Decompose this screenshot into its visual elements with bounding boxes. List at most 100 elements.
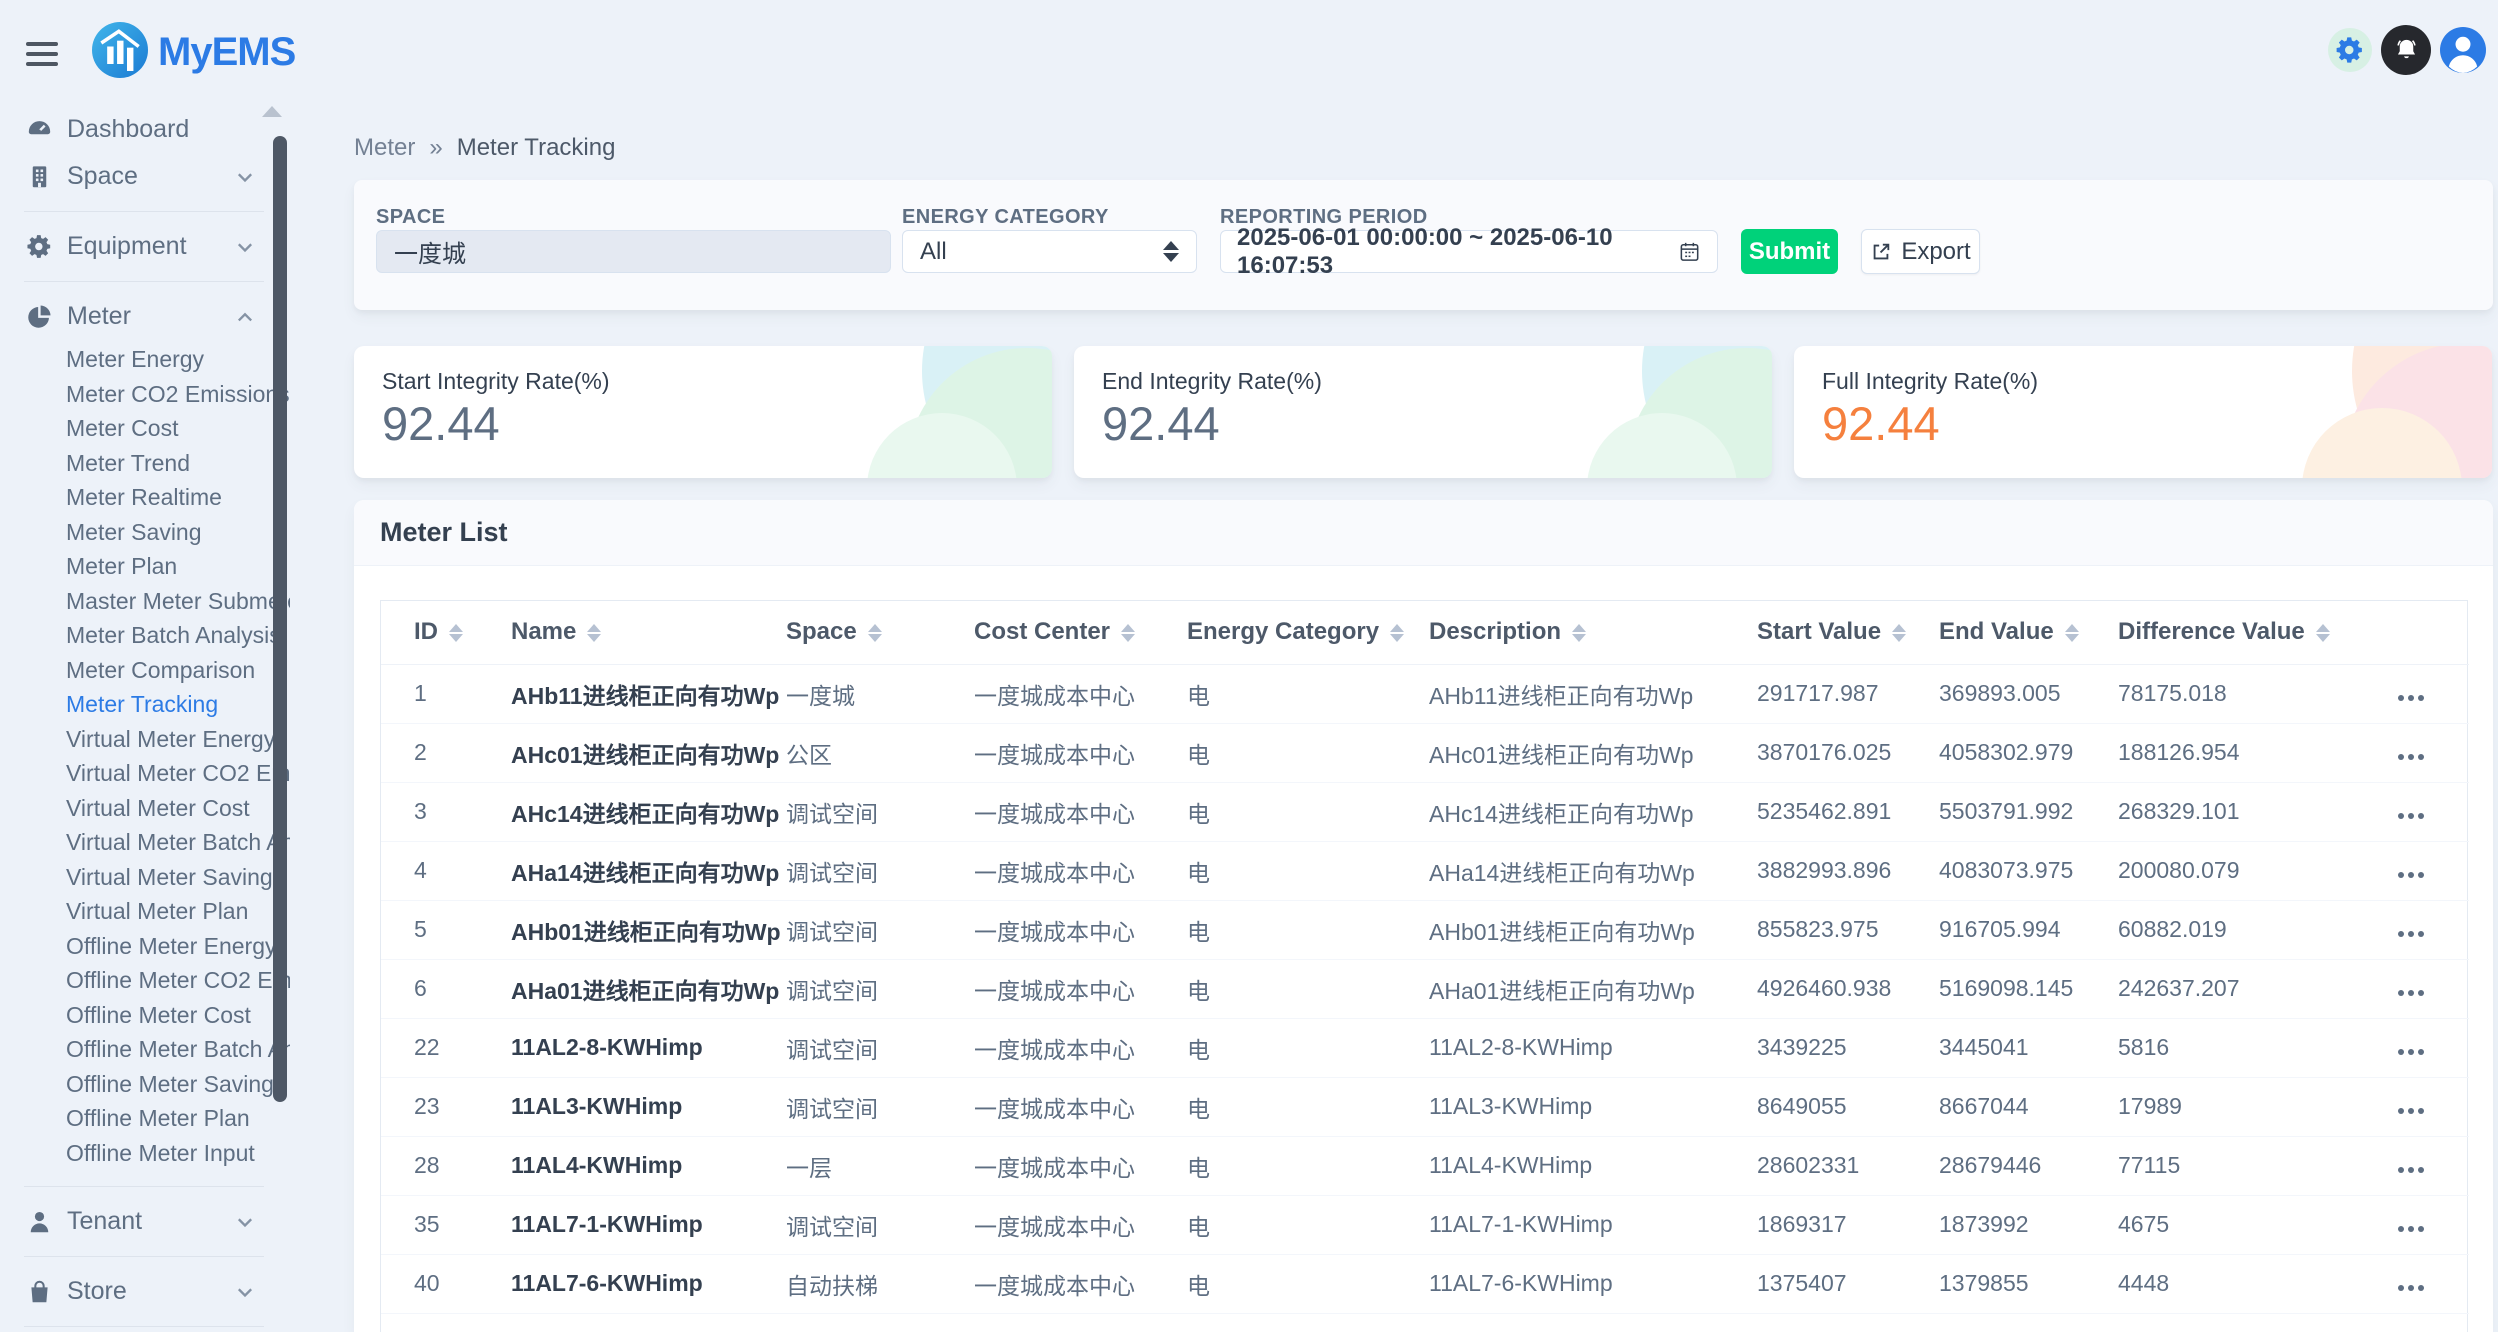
sidebar-subitem-virtual-meter-cost[interactable]: Virtual Meter Cost [0, 791, 290, 826]
cell-actions [2396, 1077, 2469, 1136]
cell-start-value: 3439225 [1757, 1018, 1939, 1077]
cell-actions [2396, 664, 2469, 723]
sidebar-subitem-meter-saving[interactable]: Meter Saving [0, 515, 290, 550]
sidebar-item-dashboard[interactable]: Dashboard [0, 106, 290, 153]
table-row: 3AHc14进线柜正向有功Wp调试空间一度城成本中心电AHc14进线柜正向有功W… [381, 782, 2469, 841]
energy-category-label: ENERGY CATEGORY [902, 206, 1109, 229]
sidebar-subitem-offline-meter-cost[interactable]: Offline Meter Cost [0, 998, 290, 1033]
row-actions-menu-icon[interactable] [2396, 1220, 2426, 1238]
user-icon [24, 1207, 54, 1237]
cell-difference-value: 60882.019 [2118, 900, 2396, 959]
energy-category-select[interactable]: All [902, 230, 1197, 273]
sidebar-subitem-offline-meter-saving[interactable]: Offline Meter Saving [0, 1067, 290, 1102]
row-actions-menu-icon[interactable] [2396, 866, 2426, 884]
sidebar-subitem-offline-meter-input[interactable]: Offline Meter Input [0, 1136, 290, 1171]
cell-energy-category: 电 [1187, 959, 1429, 1018]
sidebar-item-equipment[interactable]: Equipment [0, 223, 290, 270]
cell-end-value: 1379855 [1939, 1254, 2118, 1313]
sidebar-subitem-offline-meter-batch-analysis[interactable]: Offline Meter Batch Analysis [0, 1032, 290, 1067]
sidebar-item-space[interactable]: Space [0, 153, 290, 200]
cell-description: AHa01进线柜正向有功Wp [1429, 959, 1757, 1018]
app-logo[interactable]: MyEMS [92, 22, 295, 83]
column-header-name[interactable]: Name [511, 601, 786, 664]
cell-end-value: 1873992 [1939, 1195, 2118, 1254]
sidebar-item-tenant[interactable]: Tenant [0, 1198, 290, 1245]
space-input[interactable]: 一度城 [376, 230, 891, 273]
cell-end-value: 3445041 [1939, 1018, 2118, 1077]
cell-end-value: 5169098.145 [1939, 959, 2118, 1018]
sidebar-subitem-meter-plan[interactable]: Meter Plan [0, 549, 290, 584]
cell-start-value: 5235462.891 [1757, 782, 1939, 841]
cell-actions [2396, 1018, 2469, 1077]
cell-space: 一度城 [786, 664, 974, 723]
column-header-cost-center[interactable]: Cost Center [974, 601, 1187, 664]
sidebar-scroll-up-indicator [262, 106, 282, 117]
row-actions-menu-icon[interactable] [2396, 1102, 2426, 1120]
sidebar-subitem-meter-batch-analysis[interactable]: Meter Batch Analysis [0, 618, 290, 653]
row-actions-menu-icon[interactable] [2396, 925, 2426, 943]
sidebar-item-meter[interactable]: Meter [0, 293, 290, 340]
row-actions-menu-icon[interactable] [2396, 1043, 2426, 1061]
breadcrumb-meter[interactable]: Meter [354, 134, 415, 162]
reporting-period-value: 2025-06-01 00:00:00 ~ 2025-06-10 16:07:5… [1237, 224, 1678, 280]
reporting-period-input[interactable]: 2025-06-01 00:00:00 ~ 2025-06-10 16:07:5… [1220, 230, 1718, 273]
cell-end-value: 5503791.992 [1939, 782, 2118, 841]
sidebar-subitem-meter-co2-emissions[interactable]: Meter CO2 Emissions [0, 377, 290, 412]
sidebar-subitem-master-meter-submeters-balance[interactable]: Master Meter Submeters Balance [0, 584, 290, 619]
column-header-start-value[interactable]: Start Value [1757, 601, 1939, 664]
cell-name: AHa14进线柜正向有功Wp [511, 841, 786, 900]
column-header-difference-value[interactable]: Difference Value [2118, 601, 2396, 664]
cell-space: 自动扶梯 [786, 1254, 974, 1313]
cell-cost-center: 一度城成本中心 [974, 1254, 1187, 1313]
cell-space: 调试空间 [786, 1077, 974, 1136]
sidebar-subitem-meter-energy[interactable]: Meter Energy [0, 342, 290, 377]
cell-space: 调试空间 [786, 959, 974, 1018]
column-header-id[interactable]: ID [381, 601, 511, 664]
row-actions-menu-icon[interactable] [2396, 807, 2426, 825]
settings-gear-icon[interactable] [2328, 28, 2372, 72]
user-avatar[interactable] [2440, 27, 2486, 73]
cell-difference-value: 5816 [2118, 1018, 2396, 1077]
breadcrumb: Meter » Meter Tracking [354, 134, 615, 162]
sidebar-subitem-virtual-meter-plan[interactable]: Virtual Meter Plan [0, 894, 290, 929]
sidebar-subitem-meter-cost[interactable]: Meter Cost [0, 411, 290, 446]
sidebar-subitem-virtual-meter-co2-emissions[interactable]: Virtual Meter CO2 Emissions [0, 756, 290, 791]
row-actions-menu-icon[interactable] [2396, 984, 2426, 1002]
column-header-energy-category[interactable]: Energy Category [1187, 601, 1429, 664]
sidebar-subitem-virtual-meter-energy[interactable]: Virtual Meter Energy [0, 722, 290, 757]
notification-bell-icon[interactable] [2381, 25, 2431, 75]
sidebar-subitem-offline-meter-co2-emissions[interactable]: Offline Meter CO2 Emissions [0, 963, 290, 998]
sidebar-subitem-virtual-meter-batch-analysis[interactable]: Virtual Meter Batch Analysis [0, 825, 290, 860]
sidebar-scrollbar[interactable] [273, 136, 287, 1102]
column-header-space[interactable]: Space [786, 601, 974, 664]
stat-label: Full Integrity Rate(%) [1822, 368, 2038, 395]
chevron-up-icon [234, 306, 256, 328]
stat-value: 92.44 [1822, 396, 1940, 451]
row-actions-menu-icon[interactable] [2396, 1161, 2426, 1179]
row-actions-menu-icon[interactable] [2396, 748, 2426, 766]
export-button[interactable]: Export [1861, 229, 1980, 274]
sidebar-subitem-offline-meter-energy[interactable]: Offline Meter Energy [0, 929, 290, 964]
gauge-icon [24, 115, 54, 145]
cell-energy-category: 电 [1187, 1018, 1429, 1077]
building-icon [24, 162, 54, 192]
sort-carets-icon [1390, 624, 1404, 642]
cell-energy-category: 电 [1187, 664, 1429, 723]
sidebar-subitem-offline-meter-plan[interactable]: Offline Meter Plan [0, 1101, 290, 1136]
table-row: 4AHa14进线柜正向有功Wp调试空间一度城成本中心电AHa14进线柜正向有功W… [381, 841, 2469, 900]
submit-button[interactable]: Submit [1741, 229, 1838, 274]
sidebar-subitem-meter-tracking[interactable]: Meter Tracking [0, 687, 290, 722]
sidebar-subitem-meter-trend[interactable]: Meter Trend [0, 446, 290, 481]
sidebar-subitem-meter-realtime[interactable]: Meter Realtime [0, 480, 290, 515]
cell-id: 2 [381, 723, 511, 782]
column-header-description[interactable]: Description [1429, 601, 1757, 664]
sidebar-item-store[interactable]: Store [0, 1268, 290, 1315]
sidebar-item-label: Space [67, 162, 138, 191]
hamburger-menu-icon[interactable] [26, 42, 58, 72]
sidebar-subitem-meter-comparison[interactable]: Meter Comparison [0, 653, 290, 688]
row-actions-menu-icon[interactable] [2396, 689, 2426, 707]
row-actions-menu-icon[interactable] [2396, 1279, 2426, 1297]
sidebar-subitem-virtual-meter-saving[interactable]: Virtual Meter Saving [0, 860, 290, 895]
stat-card-end-integrity: End Integrity Rate(%) 92.44 [1074, 346, 1772, 478]
column-header-end-value[interactable]: End Value [1939, 601, 2118, 664]
